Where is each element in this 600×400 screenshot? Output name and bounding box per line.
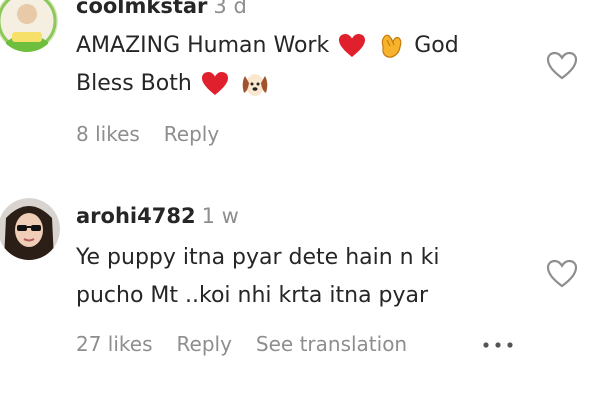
likes-count[interactable]: 8 likes	[76, 122, 140, 146]
comment-text-part: AMAZING Human Work	[76, 33, 330, 58]
comment-header: arohi4782 1 w	[76, 204, 239, 228]
like-heart-icon[interactable]	[546, 259, 578, 289]
clapping-hands-icon	[381, 34, 402, 58]
comment-text-part: Ye puppy itna pyar dete hain n ki	[76, 245, 440, 270]
comment-text-part: pucho Mt ..koi nhi krta itna pyar	[76, 283, 429, 308]
comment-item: coolmkstar 3 d AMAZING Human Work God Ble…	[0, 0, 600, 170]
reply-button[interactable]: Reply	[177, 332, 232, 356]
timestamp[interactable]: 1 w	[202, 204, 239, 228]
timestamp[interactable]: 3 d	[213, 0, 246, 18]
comment-header: coolmkstar 3 d	[76, 0, 247, 18]
dog-face-icon	[242, 74, 268, 96]
comment-item: arohi4782 1 w Ye puppy itna pyar dete hai…	[0, 190, 600, 400]
comment-text: AMAZING Human Work God Bless Both	[76, 27, 536, 103]
comment-actions: 8 likes Reply	[76, 122, 243, 146]
username[interactable]: coolmkstar	[76, 0, 207, 18]
avatar[interactable]	[0, 0, 58, 52]
comment-text-part: Bless Both	[76, 71, 192, 96]
red-heart-icon	[339, 34, 366, 57]
more-options-icon[interactable]	[480, 340, 516, 350]
comment-actions: 27 likes Reply See translation	[76, 332, 431, 356]
avatar-image	[0, 0, 58, 52]
avatar[interactable]	[0, 198, 60, 260]
like-heart-icon[interactable]	[546, 51, 578, 81]
comment-text-part: God	[414, 33, 459, 58]
username[interactable]: arohi4782	[76, 204, 196, 228]
red-heart-icon	[201, 72, 228, 95]
avatar-image	[0, 198, 60, 260]
comment-text: Ye puppy itna pyar dete hain n ki pucho …	[76, 239, 536, 315]
reply-button[interactable]: Reply	[164, 122, 219, 146]
see-translation-button[interactable]: See translation	[256, 332, 407, 356]
likes-count[interactable]: 27 likes	[76, 332, 153, 356]
